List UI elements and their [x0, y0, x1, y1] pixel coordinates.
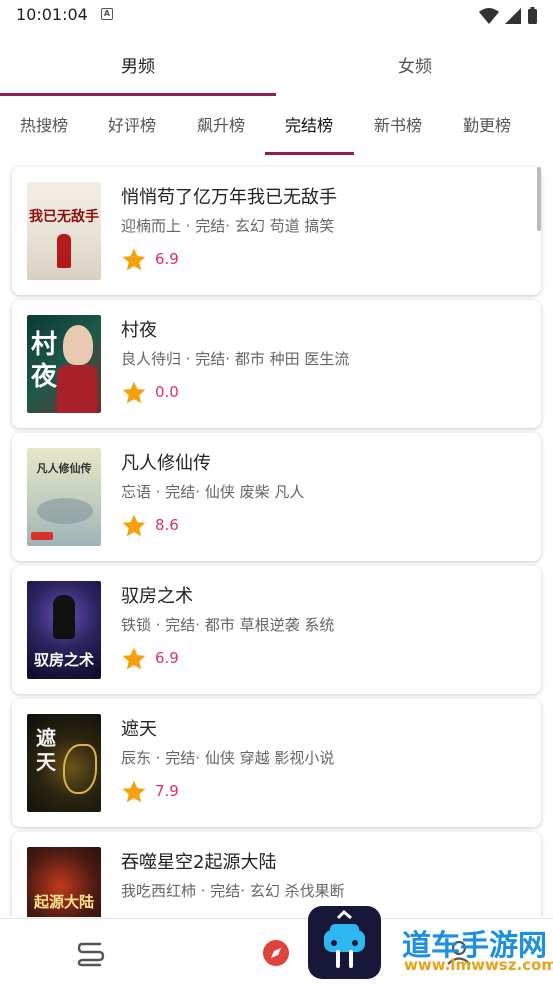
book-card[interactable]: 凡人修仙传 凡人修仙传 忘语 · 完结· 仙侠 废柴 凡人 8.6 [12, 433, 541, 561]
book-title: 吞噬星空2起源大陆 [121, 852, 277, 873]
rating-score: 8.6 [155, 516, 179, 534]
ranking-tabs: 热搜榜 好评榜 飙升榜 完结榜 新书榜 勤更榜 [0, 106, 553, 156]
book-list: 我已无敌手 悄悄苟了亿万年我已无敌手 迎楠而上 · 完结· 玄幻 苟道 搞笑 6… [0, 162, 553, 917]
book-card[interactable]: 驭房之术 驭房之术 铁锁 · 完结· 都市 草根逆袭 系统 6.9 [12, 566, 541, 694]
cover-title: 我已无敌手 [29, 209, 99, 225]
book-meta: 迎楠而上 · 完结· 玄幻 苟道 搞笑 [121, 217, 335, 235]
book-title: 遮天 [121, 719, 157, 740]
book-cover: 遮天 [27, 714, 101, 812]
tab-new-books[interactable]: 新书榜 [354, 106, 442, 148]
book-meta: 辰东 · 完结· 仙侠 穿越 影视小说 [121, 749, 335, 767]
cover-title: 凡人修仙传 [36, 462, 92, 475]
tab-good-reviews[interactable]: 好评榜 [88, 106, 176, 148]
tab-female[interactable]: 女频 [277, 40, 553, 96]
book-title: 凡人修仙传 [121, 453, 211, 474]
book-title: 驭房之术 [121, 586, 193, 607]
ranking-tab-indicator [265, 152, 354, 155]
book-title: 悄悄苟了亿万年我已无敌手 [121, 187, 337, 208]
gender-tab-indicator [0, 93, 276, 96]
watermark-car-icon [324, 909, 365, 968]
gender-tabs: 男频 女频 [0, 40, 553, 96]
bookshelf-icon[interactable] [76, 939, 106, 969]
book-card[interactable]: 我已无敌手 悄悄苟了亿万年我已无敌手 迎楠而上 · 完结· 玄幻 苟道 搞笑 6… [12, 167, 541, 295]
book-cover: 村夜 [27, 315, 101, 413]
book-title: 村夜 [121, 320, 157, 341]
tab-hot-search[interactable]: 热搜榜 [0, 106, 88, 148]
compass-icon[interactable] [262, 939, 290, 967]
cover-title: 起源大陆 [33, 893, 94, 911]
status-bar: 10:01:04 A [0, 0, 553, 32]
cover-title: 驭房之术 [33, 651, 94, 669]
tab-male[interactable]: 男频 [0, 40, 276, 96]
scrollbar[interactable] [537, 167, 541, 231]
book-cover: 凡人修仙传 [27, 448, 101, 546]
rating-score: 0.0 [155, 383, 179, 401]
status-icons [479, 7, 537, 24]
rating-score: 6.9 [155, 250, 179, 268]
star-icon [122, 248, 146, 271]
book-meta: 忘语 · 完结· 仙侠 废柴 凡人 [121, 483, 305, 501]
wifi-icon [479, 8, 499, 24]
battery-icon [528, 9, 537, 24]
book-cover: 起源大陆 [27, 847, 101, 917]
watermark-url: www.lmwwsz.com [404, 956, 553, 974]
tab-frequent-updates[interactable]: 勤更榜 [443, 106, 531, 148]
signal-icon [505, 8, 521, 24]
book-cover: 我已无敌手 [27, 182, 101, 280]
tab-rising[interactable]: 飙升榜 [177, 106, 265, 148]
cover-title: 遮天 [36, 726, 56, 774]
star-icon [122, 381, 146, 404]
rating-score: 6.9 [155, 649, 179, 667]
cover-title: 村夜 [30, 330, 57, 392]
star-icon [122, 514, 146, 537]
book-card[interactable]: 遮天 遮天 辰东 · 完结· 仙侠 穿越 影视小说 7.9 [12, 699, 541, 827]
status-time: 10:01:04 [16, 5, 88, 24]
star-icon [122, 647, 146, 670]
rating-score: 7.9 [155, 782, 179, 800]
tab-completed[interactable]: 完结榜 [265, 106, 353, 148]
book-card[interactable]: 村夜 村夜 良人待归 · 完结· 都市 种田 医生流 0.0 [12, 300, 541, 428]
book-cover: 驭房之术 [27, 581, 101, 679]
watermark-logo [308, 906, 381, 979]
book-meta: 良人待归 · 完结· 都市 种田 医生流 [121, 350, 350, 368]
notification-a-icon: A [101, 8, 113, 20]
book-meta: 铁锁 · 完结· 都市 草根逆袭 系统 [121, 616, 335, 634]
book-card[interactable]: 起源大陆 吞噬星空2起源大陆 我吃西红柿 · 完结· 玄幻 杀伐果断 [12, 832, 541, 917]
book-meta: 我吃西红柿 · 完结· 玄幻 杀伐果断 [121, 882, 345, 900]
star-icon [122, 780, 146, 803]
